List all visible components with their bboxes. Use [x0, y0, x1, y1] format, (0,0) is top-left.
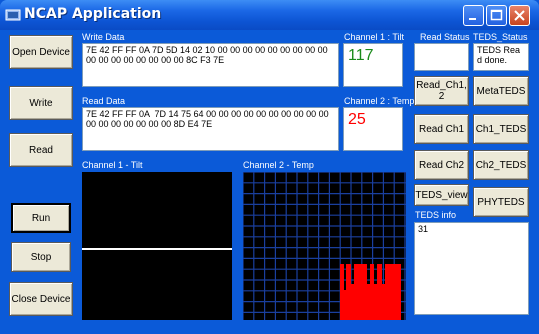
channel1-plot-label: Channel 1 - Tilt	[82, 160, 143, 170]
ncap-application-window: NCAP Application Open Device Write Read …	[0, 0, 539, 334]
write-data-field[interactable]: 7E 42 FF FF 0A 7D 5D 14 02 10 00 00 00 0…	[82, 43, 339, 87]
teds-info-label: TEDS info	[415, 210, 457, 220]
minimize-icon	[469, 18, 476, 20]
channel1-trace	[82, 248, 232, 250]
channel1-tilt-label: Channel 1 : Tilt	[344, 32, 405, 42]
meta-teds-button[interactable]: MetaTEDS	[473, 76, 529, 106]
channel2-plot-label: Channel 2 - Temp	[243, 160, 314, 170]
close-device-button[interactable]: Close Device	[9, 282, 73, 316]
teds-status-label: TEDS_Status	[473, 32, 528, 42]
title-bar[interactable]: NCAP Application	[0, 0, 539, 30]
channel1-value-field[interactable]: 117	[343, 43, 403, 87]
window-title: NCAP Application	[24, 6, 162, 22]
teds-status-field[interactable]: TEDS Read done.	[473, 43, 529, 71]
phy-teds-button[interactable]: PHYTEDS	[473, 187, 529, 217]
teds-info-field[interactable]: 31	[414, 222, 529, 315]
channel2-trace-fill	[340, 264, 401, 320]
channel2-plot-canvas	[242, 171, 406, 320]
read-button[interactable]: Read	[9, 133, 73, 167]
close-icon	[514, 10, 525, 21]
read-data-label: Read Data	[82, 96, 126, 106]
channel2-temp-plot	[242, 171, 406, 320]
run-button[interactable]: Run	[11, 203, 71, 233]
maximize-icon	[490, 9, 503, 21]
write-button[interactable]: Write	[9, 86, 73, 120]
stop-button[interactable]: Stop	[11, 242, 71, 272]
channel1-tilt-plot	[82, 172, 232, 320]
write-data-label: Write Data	[82, 32, 125, 42]
read-ch1-2-button[interactable]: Read_Ch1, 2	[414, 76, 469, 106]
open-device-button[interactable]: Open Device	[9, 35, 73, 69]
read-status-field[interactable]	[414, 43, 469, 71]
channel2-value-field[interactable]: 25	[343, 107, 403, 151]
maximize-button[interactable]	[486, 5, 507, 26]
read-data-field[interactable]: 7E 42 FF FF 0A 7D 14 75 64 00 00 00 00 0…	[82, 107, 339, 151]
ch1-teds-button[interactable]: Ch1_TEDS	[473, 114, 529, 144]
channel2-temp-label: Channel 2 : Temp	[344, 96, 415, 106]
teds-view-button[interactable]: TEDS_view	[414, 184, 469, 206]
app-icon	[5, 9, 21, 21]
read-ch1-button[interactable]: Read Ch1	[414, 114, 469, 144]
ch2-teds-button[interactable]: Ch2_TEDS	[473, 150, 529, 180]
close-button[interactable]	[509, 5, 530, 26]
read-ch2-button[interactable]: Read Ch2	[414, 150, 469, 180]
minimize-button[interactable]	[463, 5, 484, 26]
read-status-label: Read Status	[420, 32, 470, 42]
